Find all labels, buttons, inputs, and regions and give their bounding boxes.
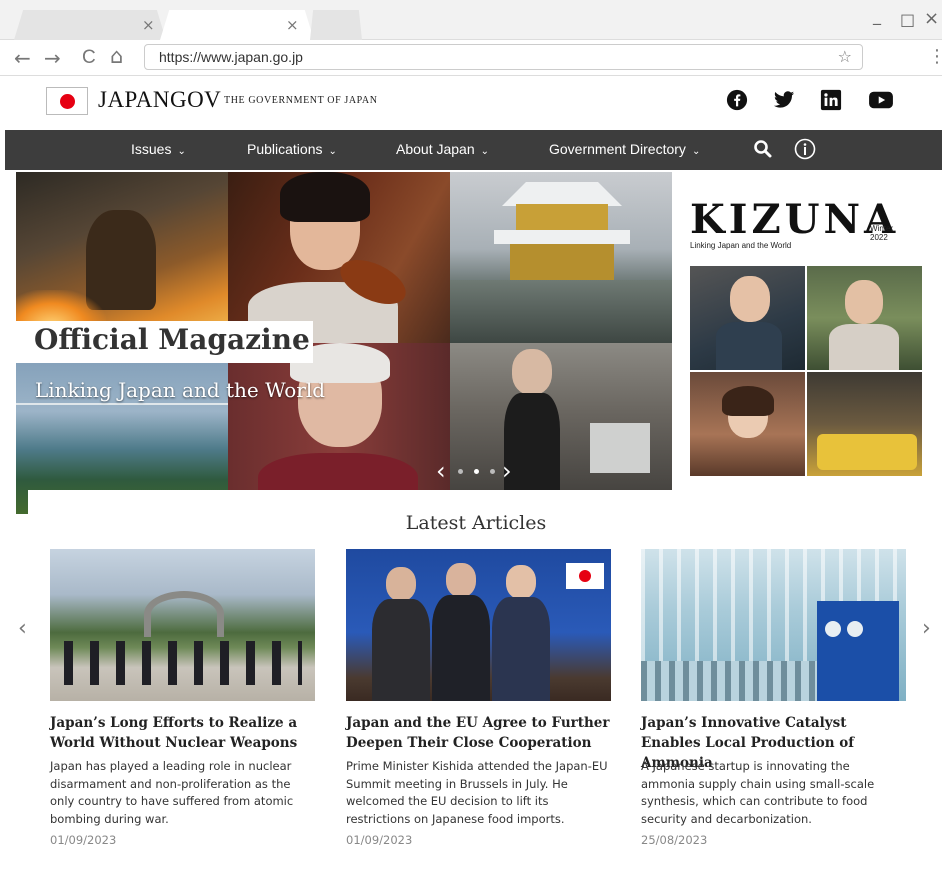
article-date: 01/09/2023 bbox=[346, 833, 413, 847]
japan-flag-icon[interactable] bbox=[46, 87, 88, 115]
article-image[interactable] bbox=[50, 549, 315, 701]
nav-label: Government Directory bbox=[549, 141, 686, 157]
carousel-prev-icon[interactable]: ‹ bbox=[436, 457, 446, 485]
carousel-dot[interactable] bbox=[490, 469, 495, 474]
browser-tab-active[interactable]: × bbox=[160, 10, 314, 40]
kizuna-photo bbox=[690, 266, 805, 370]
address-bar[interactable]: https://www.japan.go.jp ☆ bbox=[144, 44, 863, 70]
article-title[interactable]: Japan’s Long Efforts to Realize a World … bbox=[50, 713, 315, 753]
article-date: 25/08/2023 bbox=[641, 833, 708, 847]
articles-prev-icon[interactable]: ‹ bbox=[18, 616, 27, 641]
back-arrow-icon[interactable]: ← bbox=[14, 46, 31, 70]
browser-menu-icon[interactable]: ⋮ bbox=[928, 46, 942, 67]
browser-tab-strip: × × _ □ × bbox=[0, 0, 942, 40]
nav-label: About Japan bbox=[396, 141, 475, 157]
carousel-next-icon[interactable]: › bbox=[502, 457, 512, 485]
hero-title-box: Official Magazine bbox=[16, 321, 313, 363]
kizuna-photo bbox=[807, 372, 922, 476]
article-description: Prime Minister Kishida attended the Japa… bbox=[346, 759, 608, 826]
browser-tab[interactable]: × bbox=[14, 10, 166, 40]
articles-next-icon[interactable]: › bbox=[922, 616, 931, 641]
article-date: 01/09/2023 bbox=[50, 833, 117, 847]
nav-item-about-japan[interactable]: About Japan ⌄ bbox=[396, 141, 489, 157]
maximize-icon[interactable]: □ bbox=[900, 10, 915, 29]
site-subtitle: The Government of Japan bbox=[224, 95, 378, 106]
forward-arrow-icon[interactable]: → bbox=[44, 46, 61, 70]
kizuna-season: Winter bbox=[870, 224, 894, 233]
section-title: Latest Articles bbox=[405, 512, 547, 534]
carousel-controls: ‹ › bbox=[436, 457, 518, 485]
nav-label: Issues bbox=[131, 141, 172, 157]
chevron-down-icon: ⌄ bbox=[328, 146, 337, 157]
article-description: Japan has played a leading role in nucle… bbox=[50, 759, 294, 826]
main-navigation: Issues ⌄ Publications ⌄ About Japan ⌄ Gover… bbox=[5, 130, 942, 170]
kizuna-year: 2022 bbox=[870, 233, 888, 242]
hero-photo-kinkakuji bbox=[450, 172, 672, 343]
kizuna-photo bbox=[690, 372, 805, 476]
carousel-dot[interactable] bbox=[458, 469, 463, 474]
info-icon[interactable] bbox=[794, 138, 816, 160]
facebook-icon[interactable] bbox=[726, 89, 748, 111]
hero-photo-festival bbox=[16, 172, 228, 343]
hero-photo-violinist bbox=[228, 172, 450, 343]
nav-label: Publications bbox=[247, 141, 323, 157]
chevron-down-icon: ⌄ bbox=[480, 146, 490, 157]
kizuna-photo bbox=[807, 266, 922, 370]
kizuna-tagline: Linking Japan and the World bbox=[690, 241, 792, 250]
close-tab-icon[interactable]: × bbox=[142, 16, 155, 34]
chevron-down-icon: ⌄ bbox=[691, 146, 701, 157]
article-image[interactable] bbox=[641, 549, 906, 701]
reload-icon[interactable]: C bbox=[82, 47, 96, 69]
browser-toolbar: ← → C ⌂ https://www.japan.go.jp ☆ ⋮ bbox=[0, 40, 942, 76]
home-icon[interactable]: ⌂ bbox=[110, 44, 123, 68]
bookmark-star-icon[interactable]: ☆ bbox=[838, 47, 852, 66]
site-header: JAPANGOV The Government of Japan bbox=[5, 77, 942, 130]
chevron-down-icon: ⌄ bbox=[177, 146, 186, 157]
kizuna-magazine-cover[interactable]: KIZUNA Linking Japan and the World Winte… bbox=[672, 172, 938, 514]
twitter-icon[interactable] bbox=[773, 89, 795, 111]
close-window-icon[interactable]: × bbox=[924, 8, 939, 29]
search-icon[interactable] bbox=[753, 138, 773, 160]
kizuna-edition: Winter 2022 bbox=[870, 224, 893, 242]
hero-title[interactable]: Official Magazine bbox=[34, 323, 310, 356]
article-description: A Japanese startup is innovating the amm… bbox=[641, 759, 875, 826]
linkedin-icon[interactable] bbox=[820, 89, 842, 111]
hero-subtitle: Linking Japan and the World bbox=[35, 378, 326, 402]
article-title[interactable]: Japan and the EU Agree to Further Deepen… bbox=[346, 713, 611, 753]
hero-photo-classroom bbox=[450, 343, 672, 514]
hero-photo-woman bbox=[228, 343, 450, 514]
nav-item-publications[interactable]: Publications ⌄ bbox=[247, 141, 337, 157]
carousel-dot-active[interactable] bbox=[474, 469, 479, 474]
nav-item-government-directory[interactable]: Government Directory ⌄ bbox=[549, 141, 700, 157]
site-logo-text[interactable]: JAPANGOV bbox=[98, 87, 221, 113]
close-tab-icon[interactable]: × bbox=[286, 16, 299, 34]
minimize-icon[interactable]: _ bbox=[873, 6, 881, 25]
article-image[interactable] bbox=[346, 549, 611, 701]
url-text[interactable]: https://www.japan.go.jp bbox=[159, 49, 303, 65]
new-tab-button[interactable] bbox=[310, 10, 362, 40]
hero-photo-bridge bbox=[16, 343, 228, 514]
kizuna-logo: KIZUNA bbox=[690, 196, 900, 243]
youtube-icon[interactable] bbox=[867, 89, 895, 111]
nav-item-issues[interactable]: Issues ⌄ bbox=[131, 141, 186, 157]
